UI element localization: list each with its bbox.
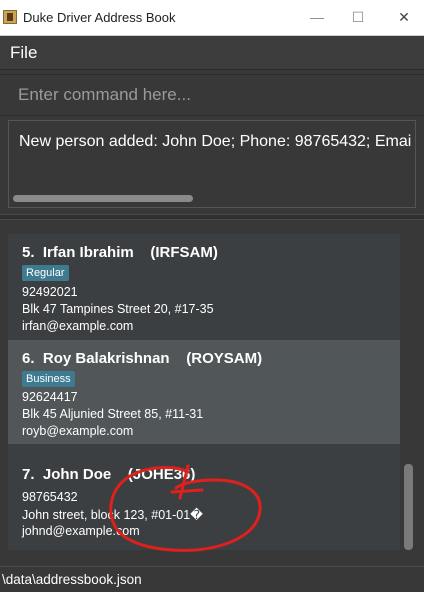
person-address: Blk 47 Tampines Street 20, #17-35 (22, 302, 214, 316)
person-index: 5. (22, 244, 35, 261)
person-name: Roy Balakrishnan (42, 350, 170, 367)
person-index: 6. (22, 350, 35, 367)
person-card[interactable]: 5. Irfan Ibrahim (IRFSAM) Regular 924920… (8, 234, 400, 340)
close-button[interactable]: ✕ (393, 6, 415, 28)
menu-file[interactable]: File (10, 43, 37, 63)
person-email: royb@example.com (22, 424, 134, 438)
horizontal-scrollbar[interactable] (13, 195, 193, 202)
person-card[interactable]: 6. Roy Balakrishnan (ROYSAM) Business 92… (8, 340, 400, 444)
save-file-path: \data\addressbook.json (2, 572, 142, 587)
person-code: (IRFSAM) (150, 244, 218, 261)
status-bar: \data\addressbook.json (0, 566, 424, 592)
command-box (0, 74, 424, 116)
person-index: 7. (22, 466, 35, 483)
result-display: New person added: John Doe; Phone: 98765… (8, 120, 416, 208)
person-name: Irfan Ibrahim (42, 244, 134, 261)
title-bar: Duke Driver Address Book — ☐ ✕ (0, 0, 424, 36)
window-title: Duke Driver Address Book (23, 10, 176, 25)
person-phone: 92624417 (22, 390, 78, 404)
app-icon (3, 10, 17, 24)
person-address: Blk 45 Aljunied Street 85, #11-31 (22, 407, 204, 421)
person-name-line: 6. Roy Balakrishnan (ROYSAM) (22, 350, 262, 367)
command-input[interactable] (8, 80, 408, 110)
maximize-button[interactable]: ☐ (347, 6, 369, 28)
annotation-cross-stroke (170, 488, 204, 494)
person-code: (ROYSAM) (186, 350, 263, 367)
person-tag: Regular (22, 265, 69, 281)
split-divider[interactable] (0, 214, 424, 220)
person-tag: Business (22, 371, 75, 387)
person-email: irfan@example.com (22, 319, 134, 333)
person-name-line: 5. Irfan Ibrahim (IRFSAM) (22, 244, 218, 261)
result-message: New person added: John Doe; Phone: 98765… (19, 133, 412, 150)
vertical-scrollbar[interactable] (404, 464, 413, 550)
menu-bar: File (0, 36, 424, 70)
red-circle-annotation (109, 464, 262, 552)
minimize-button[interactable]: — (306, 6, 328, 28)
person-phone: 92492021 (22, 285, 78, 299)
person-phone: 98765432 (22, 490, 78, 504)
